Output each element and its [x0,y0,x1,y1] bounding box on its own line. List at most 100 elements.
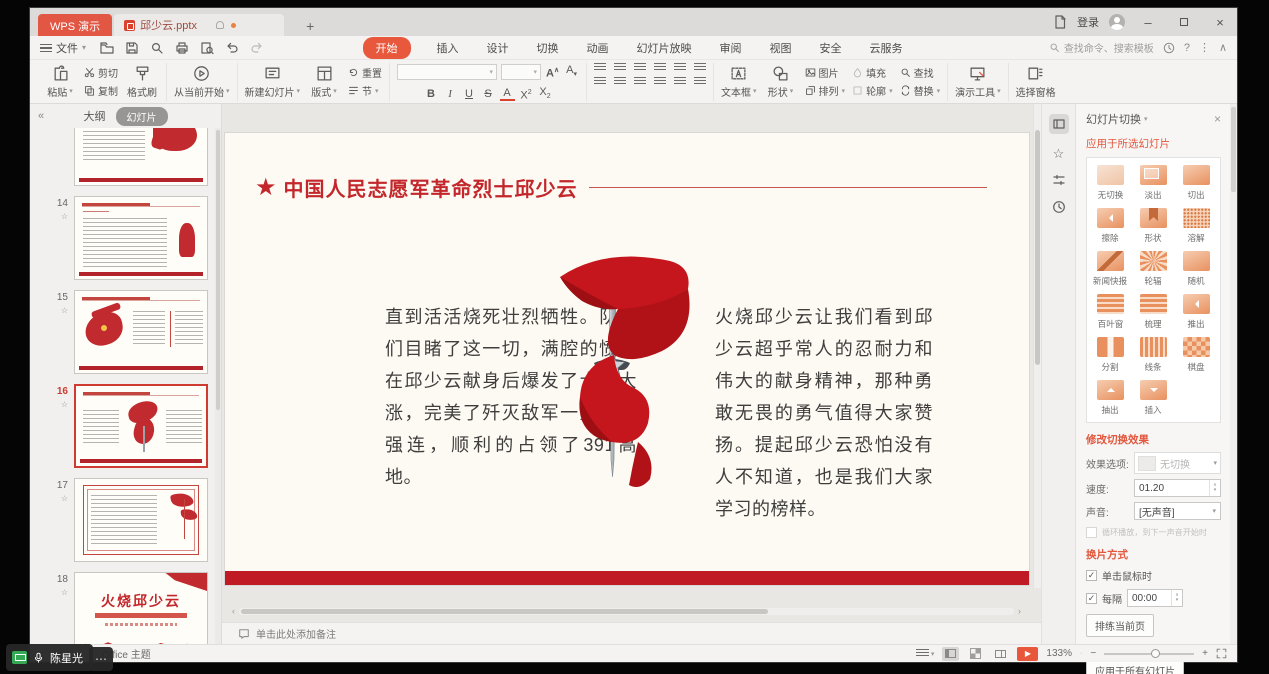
overlay-more-button[interactable]: ⋯ [89,647,113,671]
strikethrough-button[interactable]: S [481,87,496,101]
loop-checkbox[interactable] [1086,527,1097,538]
command-search[interactable]: 查找命令、搜索模板 [1049,40,1154,55]
font-size-combo[interactable]: ▾ [501,64,541,80]
effect-wipe[interactable]: 擦除 [1089,208,1132,244]
format-painter-button[interactable]: 格式刷 [125,65,159,99]
scroll-right-icon[interactable]: › [1018,606,1021,616]
app-tab-wps[interactable]: WPS 演示 [38,14,112,36]
effect-push[interactable]: 推出 [1175,294,1218,330]
start-from-current-button[interactable]: 从当前开始▾ [174,65,230,99]
slideshow-button[interactable]: ▶ [1017,647,1038,661]
tab-review[interactable]: 审阅 [718,37,744,59]
copy-button[interactable]: 复制 [84,83,118,98]
tab-home[interactable]: 开始 [363,37,411,59]
panel-close-icon[interactable]: × [1214,112,1221,126]
reset-button[interactable]: 重置 [348,65,382,80]
present-tools-button[interactable]: 演示工具▾ [955,65,1001,99]
effect-insert[interactable]: 插入 [1132,380,1175,416]
print-icon[interactable] [175,41,189,55]
pane-transition-icon[interactable] [1049,114,1069,134]
redo-icon[interactable] [250,41,264,55]
fill-button[interactable]: 填充 [852,65,893,80]
decrease-font-button[interactable]: A▾ [564,63,579,82]
effect-checkerboard[interactable]: 棋盘 [1175,337,1218,373]
shapes-button[interactable]: 形状▾ [764,65,798,99]
find-button[interactable]: 查找 [900,65,941,80]
effect-dissolve[interactable]: 溶解 [1175,208,1218,244]
help-icon[interactable]: ? [1184,42,1190,54]
increase-indent-icon[interactable] [654,63,666,72]
sound-select[interactable]: [无声音] ▾ [1134,502,1221,520]
outline-button[interactable]: 轮廓▾ [852,83,893,98]
login-label[interactable]: 登录 [1077,14,1099,30]
pane-properties-icon[interactable] [1052,173,1066,187]
textbox-button[interactable]: 文本框▾ [721,65,757,99]
slides-panel-scrollbar[interactable] [215,128,221,644]
bold-button[interactable]: B [424,87,439,101]
slide-title[interactable]: 中国人民志愿军革命烈士邱少云 [284,173,578,202]
slide-thumbnail-14[interactable] [74,196,208,280]
decrease-indent-icon[interactable] [634,63,646,72]
zoom-out-button[interactable]: − [1090,648,1096,659]
on-click-checkbox[interactable]: ✓ [1086,570,1097,581]
effect-blinds[interactable]: 百叶窗 [1089,294,1132,330]
effect-pull[interactable]: 抽出 [1089,380,1132,416]
scrollbar-thumb[interactable] [216,130,220,410]
tab-design[interactable]: 设计 [485,37,511,59]
tab-view[interactable]: 视图 [768,37,794,59]
spinner[interactable]: ∧▾ [1171,590,1182,606]
more-menu-icon[interactable]: ⋮ [1199,41,1210,54]
collapse-ribbon-icon[interactable]: ∧ [1219,41,1227,54]
open-icon[interactable] [100,41,114,55]
align-center-icon[interactable] [614,77,626,86]
tab-cloud[interactable]: 云服务 [868,37,905,59]
tab-animations[interactable]: 动画 [585,37,611,59]
superscript-button[interactable]: X2 [519,86,534,103]
tab-security[interactable]: 安全 [818,37,844,59]
distribute-icon[interactable] [674,77,686,86]
numbered-list-icon[interactable] [614,63,626,72]
effect-comb[interactable]: 梳理 [1132,294,1175,330]
slides-tab[interactable]: 幻灯片 [116,107,168,126]
notes-toggle-button[interactable]: ▾ [916,649,935,658]
minimize-button[interactable]: – [1135,9,1161,35]
text-direction-icon[interactable] [694,63,706,72]
effect-none[interactable]: 无切换 [1089,165,1132,201]
scrollbar-track[interactable] [239,608,1014,615]
vertical-scrollbar[interactable] [1033,104,1041,588]
pane-animation-icon[interactable]: ☆ [1053,147,1065,160]
new-tab-button[interactable]: + [298,18,322,36]
horizontal-scrollbar[interactable]: ‹ › [232,606,1021,616]
slide-right-paragraph[interactable]: 火烧邱少云让我们看到邱少云超乎常人的忍耐力和伟大的献身精神，那种勇敢无畏的勇气值… [715,301,933,525]
paste-button[interactable]: 粘贴▾ [43,65,77,99]
tab-insert[interactable]: 插入 [435,37,461,59]
increase-font-button[interactable]: A∧ [545,64,560,81]
effect-cut[interactable]: 切出 [1175,165,1218,201]
collapse-panel-button[interactable]: « [38,110,44,122]
spinner[interactable]: ∧▾ [1209,480,1220,496]
slide-thumbnail-16-selected[interactable] [74,384,208,468]
undo-icon[interactable] [225,41,239,55]
file-menu[interactable]: 文件 ▾ [40,40,86,56]
effect-option-select[interactable]: 无切换 ▾ [1134,452,1221,474]
search-icon[interactable] [150,41,164,55]
scrollbar-thumb[interactable] [1231,107,1236,192]
subscript-button[interactable]: X2 [538,85,553,104]
document-icon[interactable] [1053,15,1067,29]
cut-button[interactable]: 剪切 [84,65,118,80]
auto-advance-time-input[interactable]: 00:00 ∧▾ [1127,589,1183,607]
italic-button[interactable]: I [443,87,458,101]
font-color-button[interactable]: A [500,88,515,101]
layout-button[interactable]: 版式▾ [307,65,341,99]
avatar[interactable] [1109,14,1125,30]
slide-thumbnail-15[interactable] [74,290,208,374]
slide-thumbnail-18[interactable]: 火烧邱少云 [74,572,208,644]
slide-thumbnail-13[interactable] [74,128,208,186]
effect-random[interactable]: 随机 [1175,251,1218,287]
pane-history-icon[interactable] [1052,200,1066,214]
chevron-down-icon[interactable]: ▾ [1144,115,1148,123]
columns-icon[interactable] [694,77,706,86]
align-left-icon[interactable] [594,77,606,86]
section-button[interactable]: 节▾ [348,83,382,98]
scroll-left-icon[interactable]: ‹ [232,606,235,616]
